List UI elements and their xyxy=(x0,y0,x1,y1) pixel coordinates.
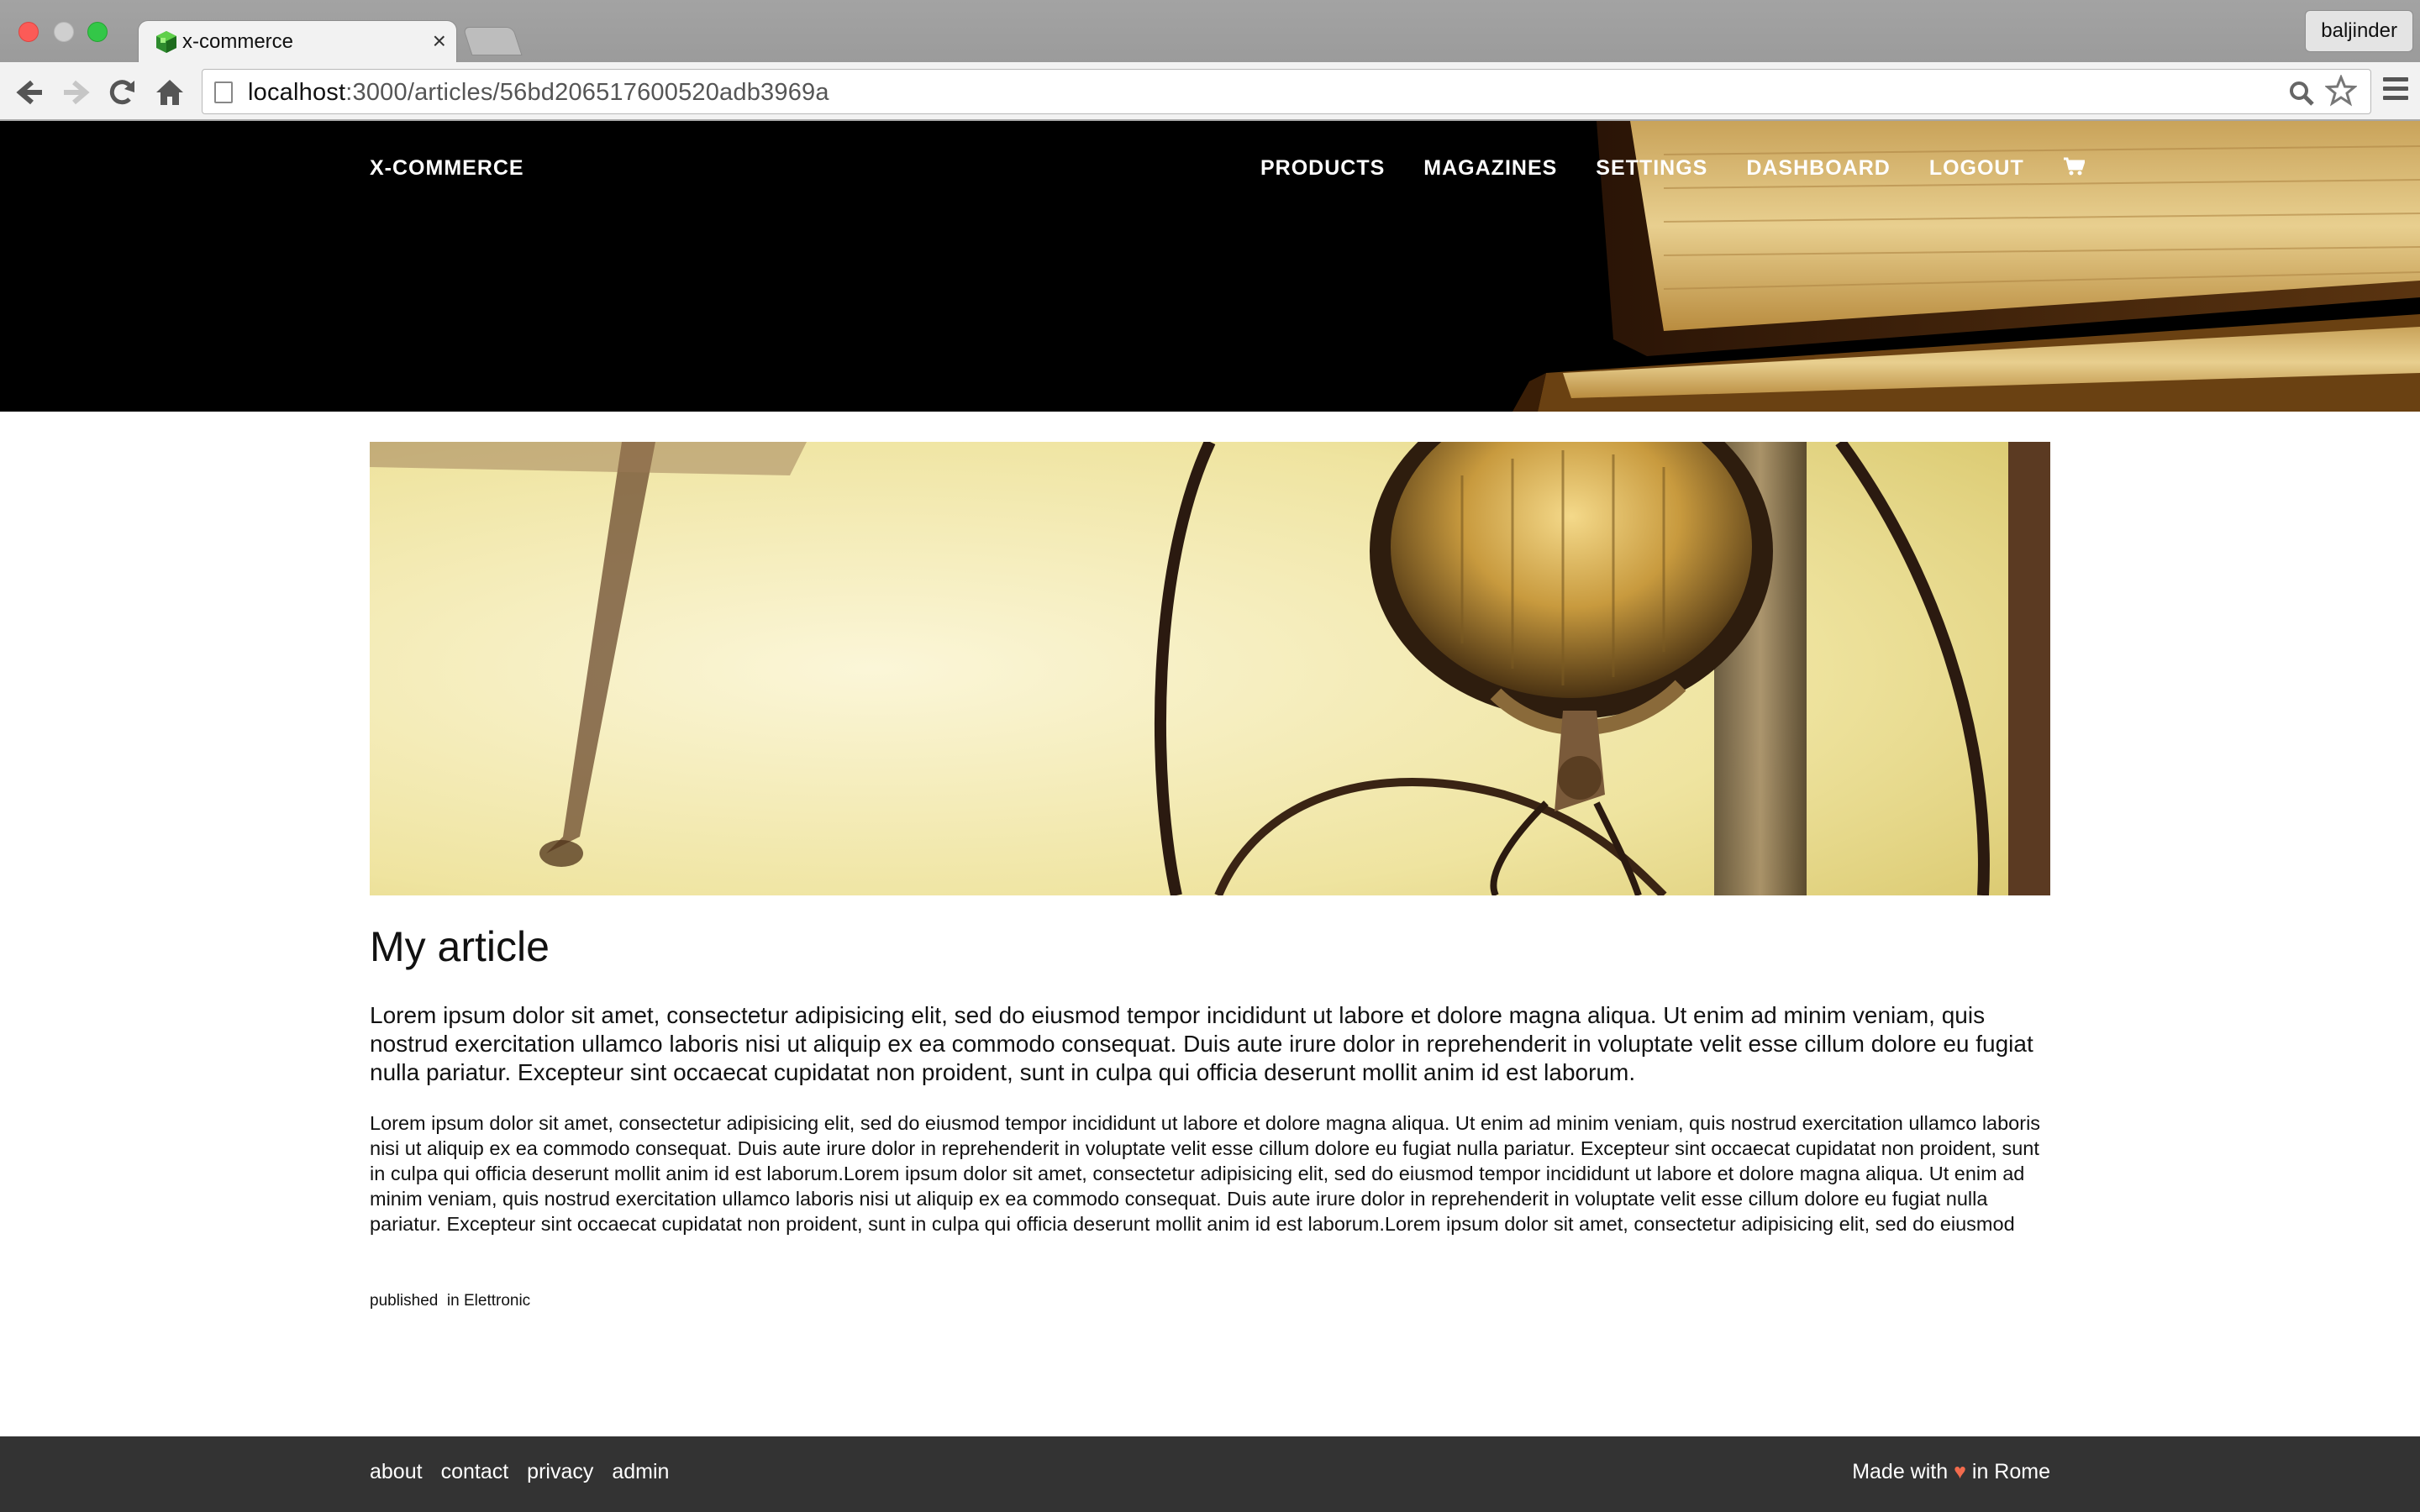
search-icon[interactable] xyxy=(2288,80,2315,113)
nav-products[interactable]: PRODUCTS xyxy=(1260,156,1385,182)
browser-tab-active[interactable]: x-commerce × xyxy=(138,20,457,64)
address-bar[interactable]: localhost:3000/articles/56bd206517600520… xyxy=(202,69,2371,114)
maximize-window-button[interactable] xyxy=(87,22,108,42)
reload-icon[interactable] xyxy=(106,76,139,109)
article-title: My article xyxy=(370,923,550,970)
arrow-left-icon[interactable] xyxy=(13,76,47,109)
nav-settings[interactable]: SETTINGS xyxy=(1596,156,1707,182)
cube-favicon-icon xyxy=(156,31,176,53)
published-label: published xyxy=(370,1292,439,1310)
browser-tab-strip: x-commerce × baljinder xyxy=(0,0,2420,64)
hamburger-menu-icon[interactable] xyxy=(2383,77,2408,106)
tab-close-icon[interactable]: × xyxy=(433,28,446,55)
close-window-button[interactable] xyxy=(18,22,39,42)
arrow-right-icon[interactable] xyxy=(59,76,92,109)
cart-icon[interactable] xyxy=(2063,156,2086,182)
article-meta: published in Elettronic xyxy=(370,1292,530,1310)
site-header: X-COMMERCE PRODUCTS MAGAZINES SETTINGS D… xyxy=(0,121,2420,412)
url-text[interactable]: localhost:3000/articles/56bd206517600520… xyxy=(248,79,829,107)
nav-logout[interactable]: LOGOUT xyxy=(1929,156,2024,182)
footer-link-about[interactable]: about xyxy=(370,1460,423,1484)
footer-links: about contact privacy admin xyxy=(370,1460,669,1484)
site-footer: about contact privacy admin Made with ♥ … xyxy=(0,1436,2420,1512)
bicycle-lamp-image xyxy=(370,442,2050,895)
category-link[interactable]: Elettronic xyxy=(464,1292,530,1310)
minimize-window-button[interactable] xyxy=(54,22,74,42)
star-icon[interactable] xyxy=(2324,74,2358,115)
main-nav: PRODUCTS MAGAZINES SETTINGS DASHBOARD LO… xyxy=(1260,156,2086,182)
page-icon xyxy=(214,81,233,103)
home-icon[interactable] xyxy=(153,76,187,109)
footer-link-contact[interactable]: contact xyxy=(441,1460,509,1484)
profile-button[interactable]: baljinder xyxy=(2305,10,2413,52)
article-hero-image xyxy=(370,442,2050,895)
footer-link-admin[interactable]: admin xyxy=(612,1460,669,1484)
article-body: Lorem ipsum dolor sit amet, consectetur … xyxy=(370,1112,2041,1235)
heart-icon: ♥ xyxy=(1954,1460,1966,1483)
article-lead: Lorem ipsum dolor sit amet, consectetur … xyxy=(370,1002,2033,1085)
new-tab-button[interactable] xyxy=(462,27,523,55)
nav-magazines[interactable]: MAGAZINES xyxy=(1423,156,1557,182)
brand-logo[interactable]: X-COMMERCE xyxy=(370,156,524,181)
footer-link-privacy[interactable]: privacy xyxy=(527,1460,593,1484)
in-label: in xyxy=(446,1292,460,1310)
tab-title: x-commerce xyxy=(182,30,294,53)
nav-dashboard[interactable]: DASHBOARD xyxy=(1746,156,1891,182)
made-with-text: Made with ♥ in Rome xyxy=(1852,1460,2050,1483)
browser-toolbar: localhost:3000/articles/56bd206517600520… xyxy=(0,62,2420,121)
